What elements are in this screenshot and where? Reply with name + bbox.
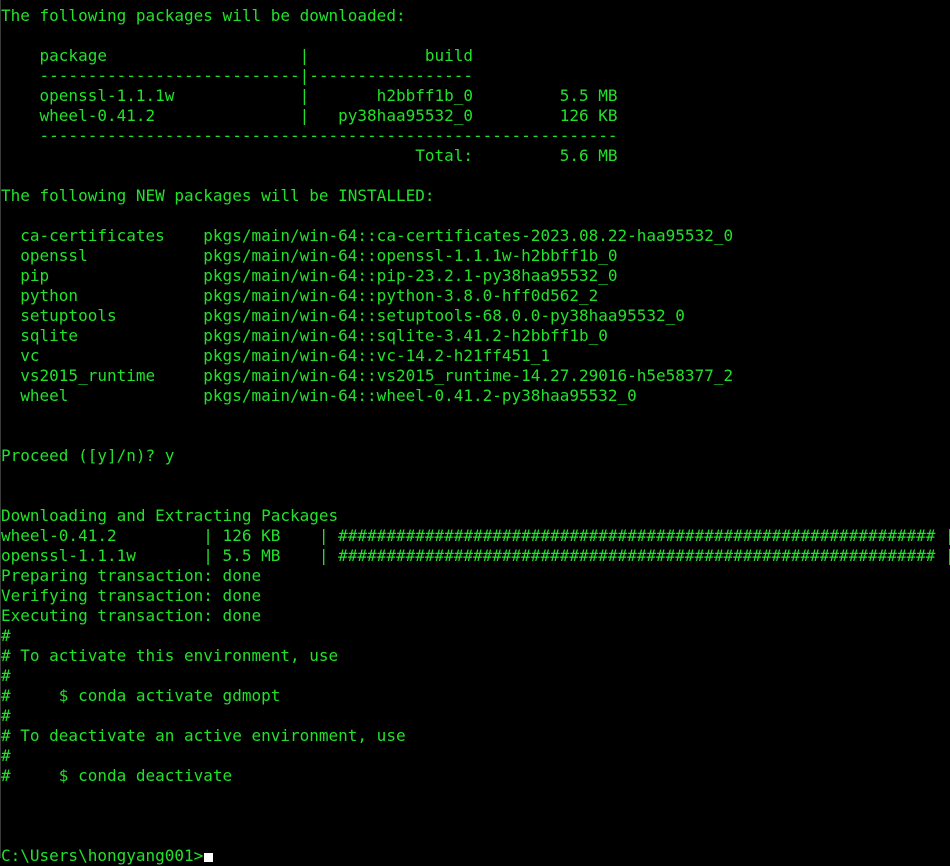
terminal-output: The following packages will be downloade…: [1, 6, 950, 846]
terminal-line: wheel pkgs/main/win-64::wheel-0.41.2-py3…: [1, 386, 637, 405]
terminal-line: #: [1, 626, 11, 645]
terminal-line: sqlite pkgs/main/win-64::sqlite-3.41.2-h…: [1, 326, 608, 345]
terminal-line: pip pkgs/main/win-64::pip-23.2.1-py38haa…: [1, 266, 618, 285]
terminal-line: python pkgs/main/win-64::python-3.8.0-hf…: [1, 286, 599, 305]
terminal-line: Proceed ([y]/n)? y: [1, 446, 175, 465]
terminal-line: ca-certificates pkgs/main/win-64::ca-cer…: [1, 226, 734, 245]
terminal-line: # $ conda activate gdmopt: [1, 686, 281, 705]
terminal-line: Total: 5.6 MB: [1, 146, 618, 165]
prompt-text: C:\Users\hongyang001>: [1, 846, 204, 865]
terminal-line: wheel-0.41.2 | 126 KB | ################…: [1, 526, 950, 545]
terminal-line: package | build: [1, 46, 474, 65]
terminal-line: ---------------------------|------------…: [1, 66, 474, 85]
terminal-line: ----------------------------------------…: [1, 126, 618, 145]
terminal-line: # To activate this environment, use: [1, 646, 339, 665]
terminal-line: vc pkgs/main/win-64::vc-14.2-h21ff451_1: [1, 346, 551, 365]
terminal-window[interactable]: The following packages will be downloade…: [0, 0, 950, 865]
terminal-line: #: [1, 666, 11, 685]
terminal-line: # To deactivate an active environment, u…: [1, 726, 406, 745]
terminal-line: openssl-1.1.1w | 5.5 MB | ##############…: [1, 546, 950, 565]
terminal-line: Executing transaction: done: [1, 606, 262, 625]
terminal-line: openssl pkgs/main/win-64::openssl-1.1.1w…: [1, 246, 618, 265]
terminal-line: wheel-0.41.2 | py38haa95532_0 126 KB: [1, 106, 618, 125]
terminal-line: openssl-1.1.1w | h2bbff1b_0 5.5 MB: [1, 86, 618, 105]
terminal-line: The following packages will be downloade…: [1, 6, 406, 25]
terminal-line: #: [1, 746, 11, 765]
terminal-line: setuptools pkgs/main/win-64::setuptools-…: [1, 306, 685, 325]
terminal-line: Verifying transaction: done: [1, 586, 262, 605]
terminal-line: Downloading and Extracting Packages: [1, 506, 339, 525]
terminal-line: vs2015_runtime pkgs/main/win-64::vs2015_…: [1, 366, 734, 385]
terminal-line: Preparing transaction: done: [1, 566, 262, 585]
terminal-line: # $ conda deactivate: [1, 766, 233, 785]
terminal-line: #: [1, 706, 11, 725]
terminal-line: The following NEW packages will be INSTA…: [1, 186, 435, 205]
command-prompt-line[interactable]: C:\Users\hongyang001>: [1, 846, 950, 866]
